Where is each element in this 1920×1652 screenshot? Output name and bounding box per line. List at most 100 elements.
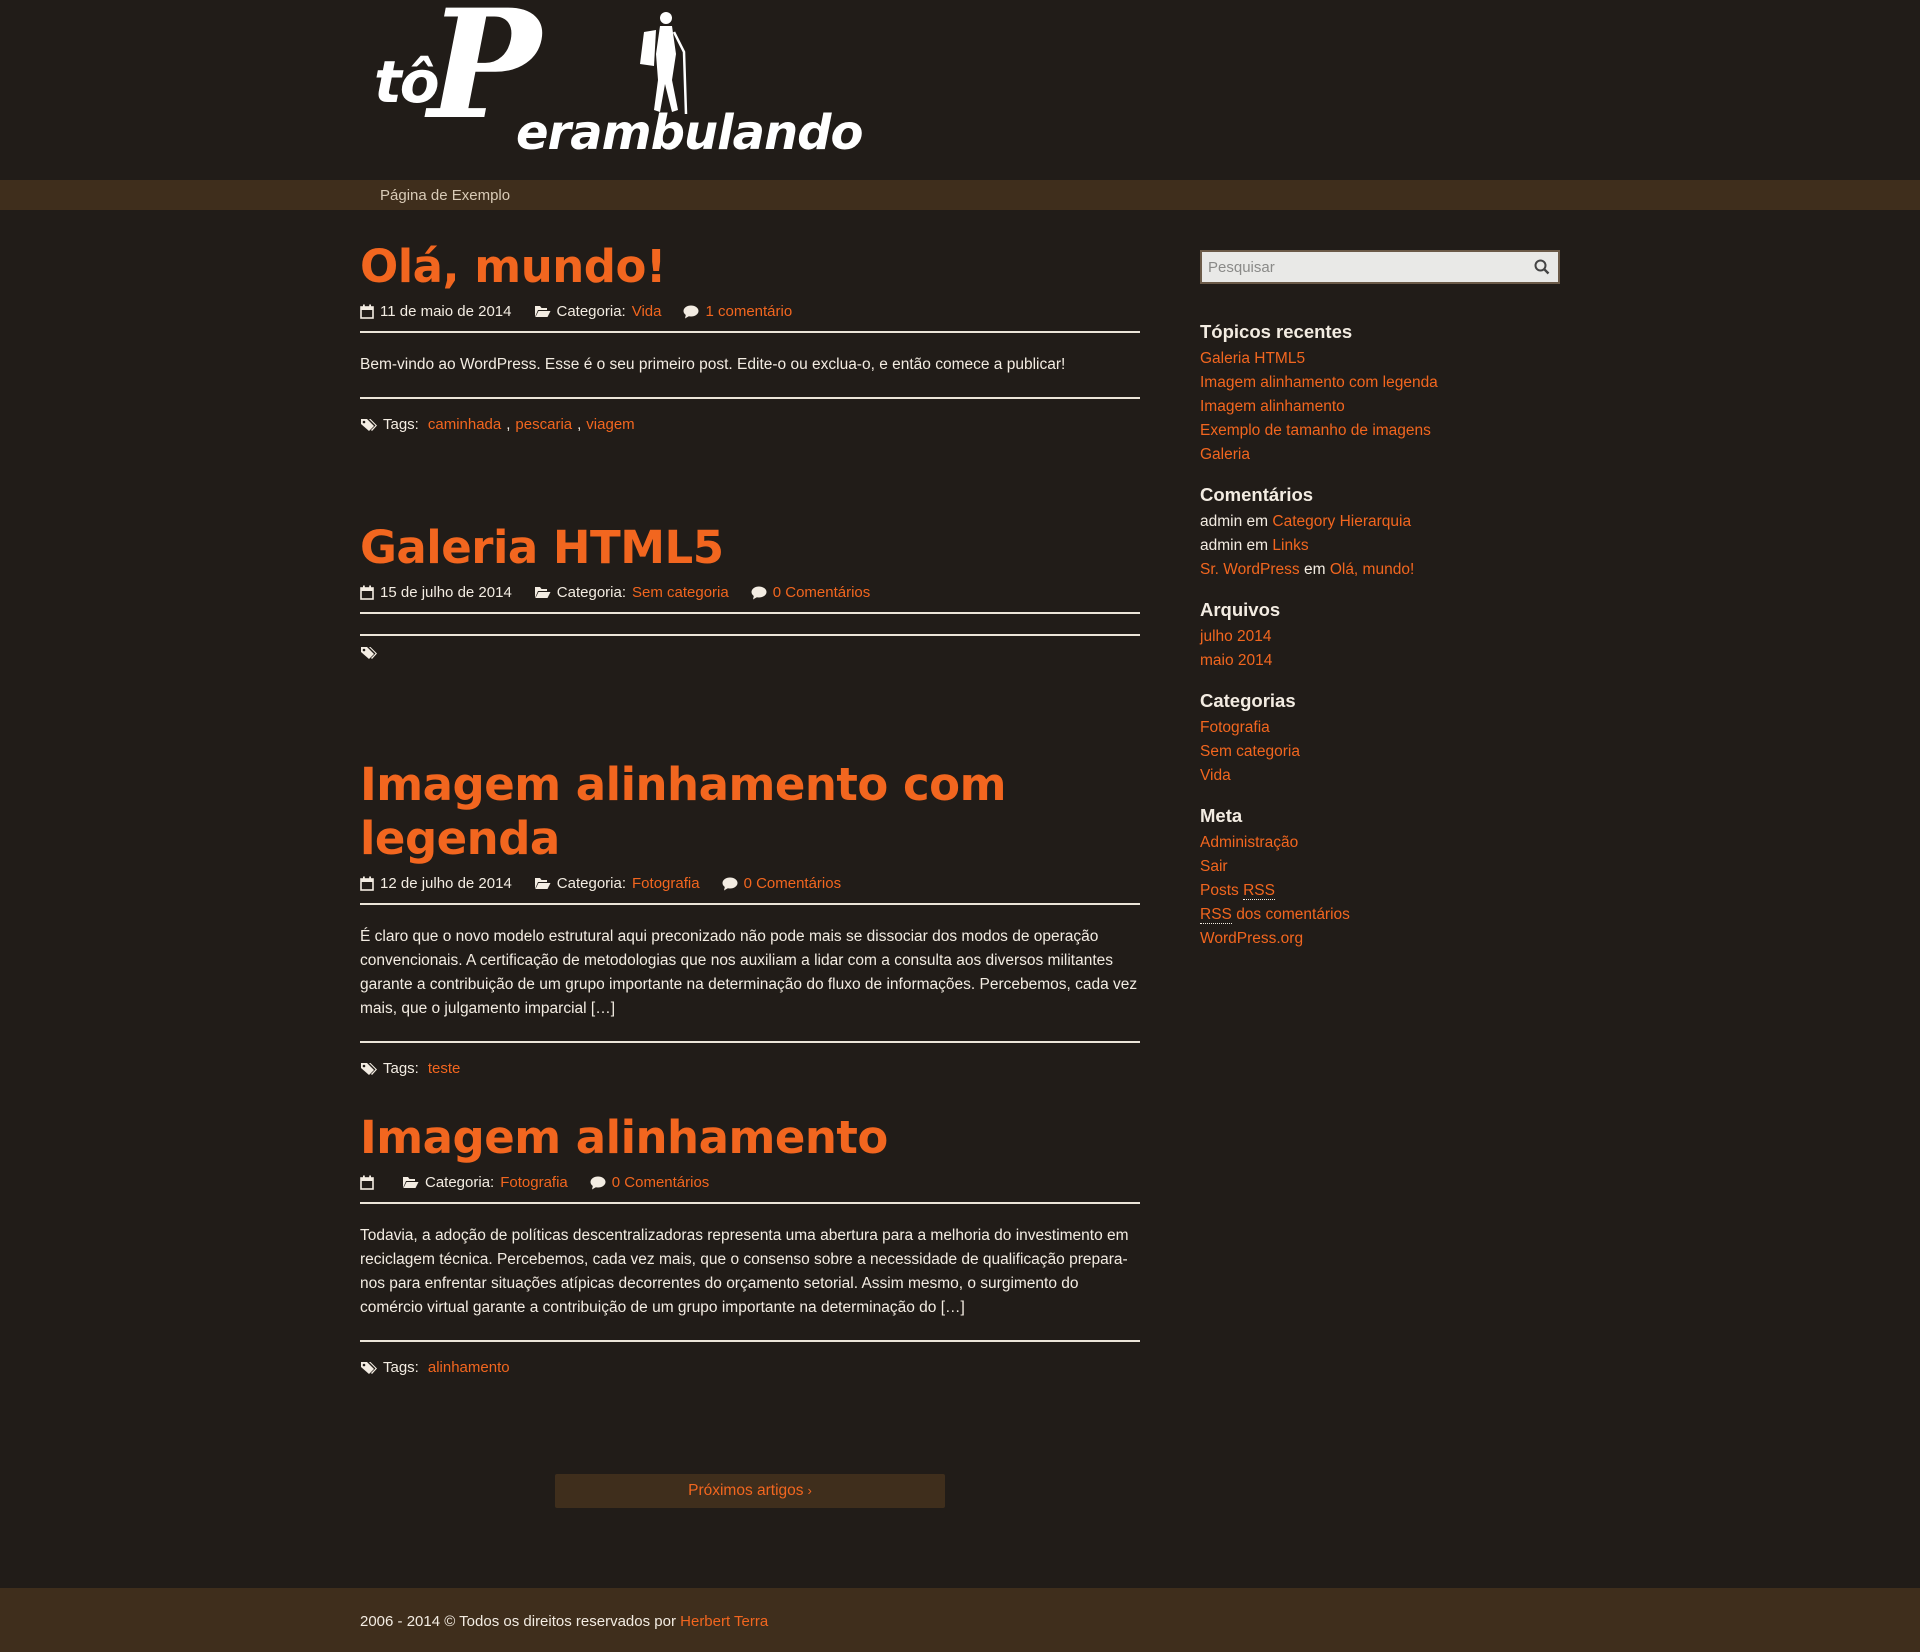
tags-icon <box>360 1062 378 1076</box>
site-header: tô P erambulando <box>0 0 1920 180</box>
recent-post-link[interactable]: Imagem alinhamento <box>1200 398 1345 415</box>
tag-link[interactable]: viagem <box>586 413 634 436</box>
tag-link[interactable]: pescaria <box>515 413 572 436</box>
post: Imagem alinhamento com legenda 12 de jul… <box>360 758 1140 1081</box>
recent-post-link[interactable]: Galeria <box>1200 446 1250 463</box>
logout-link[interactable]: Sair <box>1200 858 1228 875</box>
admin-link[interactable]: Administração <box>1200 834 1298 851</box>
post-excerpt: Todavia, a adoção de políticas descentra… <box>360 1204 1140 1343</box>
widget-title: Tópicos recentes <box>1200 321 1353 342</box>
post-tags: Tags: teste <box>360 1043 1140 1080</box>
recent-post-link[interactable]: Galeria HTML5 <box>1200 350 1305 367</box>
archive-link[interactable]: julho 2014 <box>1200 628 1272 645</box>
post-title[interactable]: Galeria HTML5 <box>360 521 724 574</box>
wordpress-link[interactable]: WordPress.org <box>1200 930 1303 947</box>
nav-item-pagina-de-exemplo[interactable]: Página de Exemplo <box>380 184 510 207</box>
folder-open-icon <box>534 305 551 318</box>
recent-post-link[interactable]: Exemplo de tamanho de imagens <box>1200 422 1431 439</box>
chevron-right-icon: › <box>807 1482 812 1498</box>
comments-rss-link[interactable]: RSS dos comentários <box>1200 905 1350 924</box>
widget-title: Arquivos <box>1200 598 1281 620</box>
comment-post-link[interactable]: Category Hierarquia <box>1272 513 1411 530</box>
comment-item: admin em Category Hierarquia <box>1200 510 1560 534</box>
site-footer: 2006 - 2014 © Todos os direitos reservad… <box>0 1588 1920 1652</box>
calendar-icon <box>360 585 374 600</box>
folder-open-icon <box>402 1176 419 1189</box>
next-posts-label: Próximos artigos <box>688 1481 804 1499</box>
recent-posts-widget: Tópicos recentes Galeria HTML5 Imagem al… <box>1200 320 1560 467</box>
category-link[interactable]: Fotografia <box>632 872 700 895</box>
comment-icon <box>751 586 767 600</box>
comment-icon <box>590 1176 606 1190</box>
tags-label: Tags: <box>383 416 419 434</box>
post-date: 11 de maio de 2014 <box>380 303 512 320</box>
next-posts-button[interactable]: Próximos artigos › <box>555 1474 945 1508</box>
category-label: Categoria: <box>556 303 626 320</box>
category-link[interactable]: Fotografia <box>500 1171 568 1194</box>
folder-open-icon <box>534 586 551 599</box>
comments-link[interactable]: 0 Comentários <box>612 1171 710 1194</box>
comments-link[interactable]: 1 comentário <box>705 300 792 323</box>
post-tags <box>360 636 1140 660</box>
tags-icon <box>360 646 378 660</box>
post-meta: 15 de julho de 2014 Categoria: Sem categ… <box>360 581 1140 615</box>
footer-copyright: 2006 - 2014 © Todos os direitos reservad… <box>360 1610 768 1633</box>
tag-link[interactable]: alinhamento <box>428 1356 510 1379</box>
site-logo[interactable]: tô P erambulando <box>360 0 864 168</box>
tags-icon <box>360 1361 378 1375</box>
footer-author-link[interactable]: Herbert Terra <box>680 1613 768 1630</box>
rss-abbr: RSS <box>1243 881 1275 900</box>
recent-post-link[interactable]: Imagem alinhamento com legenda <box>1200 374 1438 391</box>
comments-link[interactable]: 0 Comentários <box>773 581 871 604</box>
meta-widget: Meta Administração Sair Posts RSS RSS do… <box>1200 804 1560 951</box>
category-link[interactable]: Sem categoria <box>632 581 729 604</box>
tag-link[interactable]: caminhada <box>428 413 501 436</box>
comment-post-link[interactable]: Olá, mundo! <box>1330 561 1414 578</box>
comments-link[interactable]: 0 Comentários <box>744 872 842 895</box>
post-meta: 11 de maio de 2014 Categoria: Vida 1 com… <box>360 300 1140 334</box>
post-title[interactable]: Olá, mundo! <box>360 240 666 293</box>
comment-author: admin <box>1200 512 1243 530</box>
widget-title: Comentários <box>1200 483 1314 505</box>
tag-link[interactable]: teste <box>428 1057 461 1080</box>
search-icon[interactable] <box>1534 259 1550 283</box>
calendar-icon <box>360 1175 374 1190</box>
post-title[interactable]: Imagem alinhamento com legenda <box>360 758 1006 865</box>
posts-rss-link[interactable]: Posts RSS <box>1200 881 1275 900</box>
footer-text: 2006 - 2014 © Todos os direitos reservad… <box>360 1613 676 1630</box>
search-input[interactable] <box>1202 252 1558 282</box>
recent-comments-widget: Comentários admin em Category Hierarquia… <box>1200 483 1560 582</box>
hiker-icon <box>640 12 688 115</box>
category-label: Categoria: <box>556 584 627 601</box>
tags-label: Tags: <box>383 1359 419 1377</box>
categories-widget: Categorias Fotografia Sem categoria Vida <box>1200 689 1560 788</box>
post-date: 15 de julho de 2014 <box>380 584 512 601</box>
folder-open-icon <box>534 877 551 890</box>
comment-author-link[interactable]: Sr. WordPress <box>1200 561 1300 578</box>
category-link[interactable]: Vida <box>632 300 662 323</box>
category-label: Categoria: <box>556 875 627 892</box>
tags-label: Tags: <box>383 1060 419 1078</box>
post-meta: Categoria: Fotografia 0 Comentários <box>360 1171 1140 1205</box>
comment-sep: em <box>1303 560 1326 578</box>
category-link[interactable]: Fotografia <box>1200 719 1270 736</box>
widget-title: Categorias <box>1200 689 1296 711</box>
archive-link[interactable]: maio 2014 <box>1200 652 1272 669</box>
category-link[interactable]: Sem categoria <box>1200 743 1300 760</box>
comment-icon <box>683 305 699 319</box>
post: Galeria HTML5 15 de julho de 2014 Catego… <box>360 521 1140 660</box>
tags-icon <box>360 418 378 432</box>
comment-item: admin em Links <box>1200 534 1560 558</box>
comment-post-link[interactable]: Links <box>1272 537 1308 554</box>
post-title[interactable]: Imagem alinhamento <box>360 1111 888 1164</box>
comment-icon <box>722 877 738 891</box>
post-meta: 12 de julho de 2014 Categoria: Fotografi… <box>360 872 1140 906</box>
search-form <box>1200 250 1560 284</box>
calendar-icon <box>360 876 374 891</box>
post: Olá, mundo! 11 de maio de 2014 Categoria… <box>360 240 1140 437</box>
category-link[interactable]: Vida <box>1200 767 1231 784</box>
comment-item: Sr. WordPress em Olá, mundo! <box>1200 558 1560 582</box>
post-tags: Tags: alinhamento <box>360 1342 1140 1379</box>
sidebar: Tópicos recentes Galeria HTML5 Imagem al… <box>1200 250 1560 951</box>
archives-widget: Arquivos julho 2014 maio 2014 <box>1200 598 1560 673</box>
